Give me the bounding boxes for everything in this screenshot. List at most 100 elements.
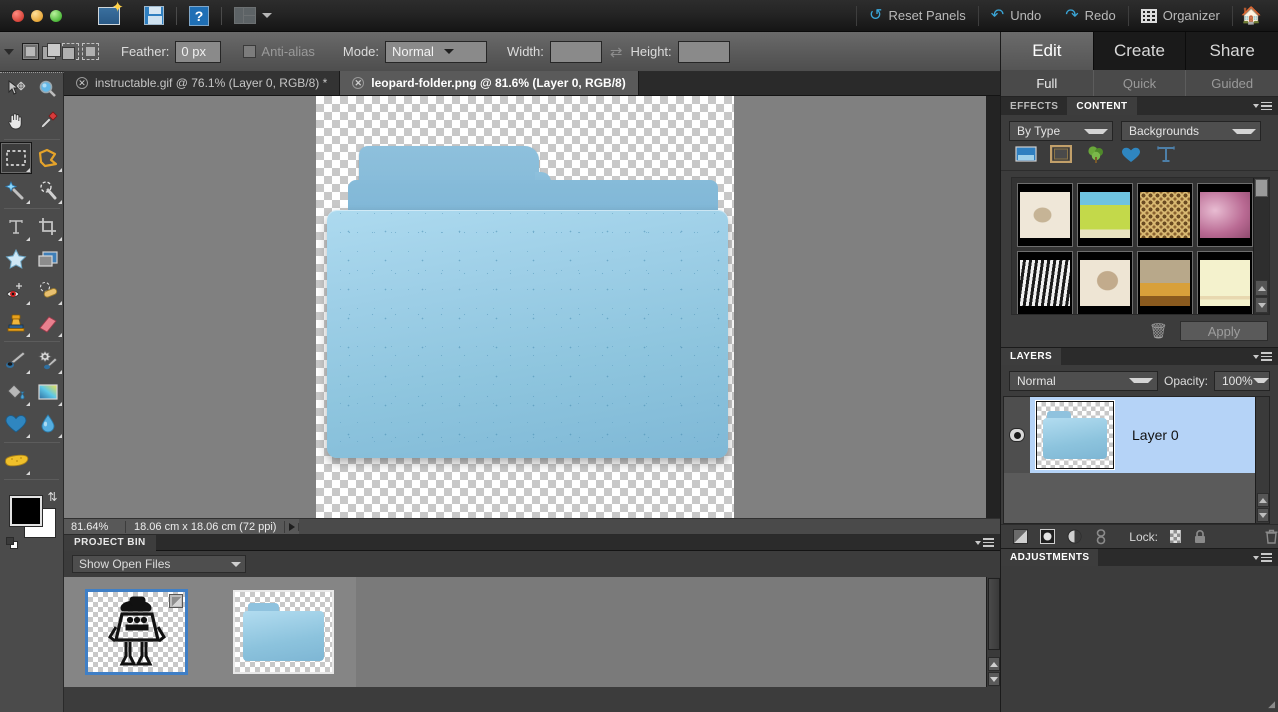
eraser-tool[interactable] bbox=[32, 307, 64, 339]
tab-quick[interactable]: Quick bbox=[1092, 70, 1186, 96]
layers-list-scrollbar[interactable] bbox=[1255, 397, 1269, 523]
scroll-down-arrow-icon[interactable] bbox=[1255, 297, 1268, 313]
straighten-tool[interactable] bbox=[32, 243, 64, 275]
move-tool[interactable] bbox=[0, 73, 32, 105]
width-input[interactable] bbox=[549, 40, 602, 63]
thumb-autumn-harvest[interactable] bbox=[1137, 251, 1193, 314]
tab-create[interactable]: Create bbox=[1092, 32, 1186, 70]
organizer-button[interactable]: Organizer bbox=[1129, 8, 1232, 23]
anti-alias-checkbox[interactable] bbox=[243, 45, 257, 58]
maximize-window-button[interactable] bbox=[50, 9, 62, 22]
frames-category-icon[interactable] bbox=[1049, 144, 1073, 168]
layer-name[interactable]: Layer 0 bbox=[1132, 427, 1179, 443]
delete-layer-icon[interactable] bbox=[1265, 529, 1278, 545]
new-fill-layer-icon[interactable] bbox=[1067, 529, 1082, 545]
tab-full[interactable]: Full bbox=[1001, 70, 1093, 96]
shapes-category-icon[interactable] bbox=[1120, 145, 1142, 168]
text-category-icon[interactable] bbox=[1155, 145, 1177, 168]
backgrounds-category-icon[interactable] bbox=[1015, 145, 1037, 168]
thumb-asia-map[interactable] bbox=[1077, 251, 1133, 314]
swap-dimensions-icon[interactable]: ⇄ bbox=[610, 43, 623, 61]
thumb-zebra-print[interactable] bbox=[1017, 251, 1073, 314]
options-expand-icon[interactable] bbox=[4, 48, 14, 55]
content-panel-menu-icon[interactable] bbox=[1253, 97, 1272, 115]
subtract-from-selection-button[interactable] bbox=[62, 43, 79, 60]
rectangular-marquee-tool[interactable] bbox=[0, 142, 32, 174]
status-menu-arrow-icon[interactable] bbox=[285, 522, 300, 531]
panel-resize-grip[interactable]: ◢ bbox=[1268, 699, 1275, 710]
brush-tool[interactable] bbox=[0, 344, 32, 376]
thumb-africa-map[interactable] bbox=[1017, 183, 1073, 247]
intersect-selection-button[interactable] bbox=[82, 43, 99, 60]
tab-leopard-folder[interactable]: ✕ leopard-folder.png @ 81.6% (Layer 0, R… bbox=[340, 71, 639, 95]
thumb-beach-scene[interactable] bbox=[1077, 183, 1133, 247]
lock-transparency-icon[interactable] bbox=[1169, 530, 1181, 543]
zoom-level-value[interactable]: 81.64% bbox=[64, 520, 126, 533]
help-icon[interactable]: ? bbox=[186, 2, 212, 30]
layer-thumbnail[interactable] bbox=[1035, 400, 1115, 470]
bin-item-leopard-folder[interactable] bbox=[233, 590, 334, 674]
redo-button[interactable]: ↷ Redo bbox=[1053, 7, 1127, 24]
opacity-input[interactable]: 100% bbox=[1214, 370, 1270, 391]
close-icon[interactable]: ✕ bbox=[76, 77, 88, 89]
clone-stamp-tool[interactable] bbox=[0, 307, 32, 339]
paint-bucket-tool[interactable] bbox=[0, 376, 32, 408]
tab-guided[interactable]: Guided bbox=[1185, 70, 1278, 96]
adjustments-panel-menu-icon[interactable] bbox=[1253, 549, 1272, 566]
home-button[interactable]: 🏠 bbox=[1233, 6, 1270, 26]
thumb-pink-texture[interactable] bbox=[1197, 183, 1253, 247]
show-open-files-select[interactable]: Show Open Files bbox=[72, 555, 246, 573]
project-bin-menu-icon[interactable] bbox=[975, 538, 994, 547]
mode-select[interactable]: Normal bbox=[385, 40, 488, 63]
new-selection-button[interactable] bbox=[22, 43, 39, 60]
crop-tool[interactable] bbox=[32, 211, 64, 243]
content-thumbnail-grid[interactable] bbox=[1011, 177, 1270, 315]
tab-instructable[interactable]: ✕ instructable.gif @ 76.1% (Layer 0, RGB… bbox=[64, 71, 341, 95]
lock-all-icon[interactable] bbox=[1193, 529, 1207, 545]
filter-type-select[interactable]: Backgrounds bbox=[1121, 121, 1261, 141]
minimize-window-button[interactable] bbox=[31, 9, 43, 22]
save-icon[interactable] bbox=[141, 2, 167, 30]
tab-effects[interactable]: EFFECTS bbox=[1001, 97, 1067, 115]
new-adjustment-layer-icon[interactable] bbox=[1040, 529, 1055, 545]
magic-wand-tool[interactable] bbox=[0, 174, 32, 206]
default-colors-icon[interactable] bbox=[5, 537, 19, 550]
link-layers-icon[interactable] bbox=[1094, 528, 1107, 545]
scroll-down-arrow-icon[interactable] bbox=[988, 672, 1000, 686]
swap-colors-icon[interactable]: ⇅ bbox=[47, 490, 57, 504]
bin-item-instructable[interactable] bbox=[85, 589, 188, 675]
tab-content[interactable]: CONTENT bbox=[1067, 97, 1137, 115]
layers-panel-menu-icon[interactable] bbox=[1253, 348, 1272, 365]
blur-tool[interactable] bbox=[32, 408, 64, 440]
layout-icon[interactable] bbox=[231, 2, 275, 30]
height-input[interactable] bbox=[677, 40, 730, 63]
foreground-color-swatch[interactable] bbox=[8, 495, 43, 527]
scrollbar-thumb[interactable] bbox=[988, 578, 1000, 650]
smart-brush-tool[interactable] bbox=[32, 344, 64, 376]
graphics-category-icon[interactable] bbox=[1085, 145, 1107, 168]
content-grid-scrollbar[interactable] bbox=[1253, 178, 1269, 314]
tab-layers[interactable]: LAYERS bbox=[1001, 348, 1062, 365]
close-window-button[interactable] bbox=[12, 9, 24, 22]
layer-visibility-toggle[interactable] bbox=[1004, 397, 1030, 473]
scrollbar-thumb[interactable] bbox=[1255, 179, 1268, 197]
filter-by-select[interactable]: By Type bbox=[1009, 121, 1113, 141]
thumb-leopard-print[interactable] bbox=[1137, 183, 1193, 247]
thumb-cream-border[interactable] bbox=[1197, 251, 1253, 314]
type-tool[interactable] bbox=[0, 211, 32, 243]
add-to-selection-button[interactable] bbox=[42, 43, 61, 60]
hand-tool[interactable] bbox=[0, 105, 32, 137]
close-icon[interactable]: ✕ bbox=[352, 77, 365, 89]
shape-tool[interactable] bbox=[0, 408, 32, 440]
scroll-up-arrow-icon[interactable] bbox=[1257, 493, 1269, 507]
apply-button[interactable]: Apply bbox=[1180, 321, 1268, 341]
scroll-down-arrow-icon[interactable] bbox=[1257, 508, 1269, 522]
zoom-tool[interactable] bbox=[32, 73, 64, 105]
tab-share[interactable]: Share bbox=[1185, 32, 1278, 70]
layers-list[interactable]: Layer 0 bbox=[1003, 396, 1270, 524]
cookie-cutter-tool[interactable] bbox=[0, 243, 32, 275]
tab-edit[interactable]: Edit bbox=[1001, 32, 1093, 70]
delete-content-icon[interactable]: 🗑 bbox=[1149, 322, 1168, 340]
eyedropper-tool[interactable] bbox=[32, 105, 64, 137]
feather-input[interactable]: 0 px bbox=[175, 40, 222, 63]
